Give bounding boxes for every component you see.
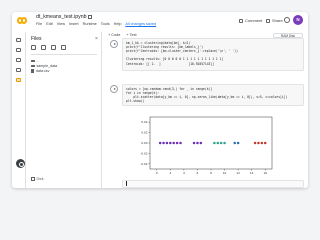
x-tick-label: 8	[210, 171, 212, 175]
mount-drive-icon[interactable]	[61, 45, 66, 50]
data-point	[260, 141, 264, 145]
x-tick-label: 10	[223, 171, 227, 175]
y-tick-label: -0.04	[140, 162, 147, 166]
file-tree-item[interactable]: data.csv	[31, 69, 57, 74]
star-icon[interactable]	[88, 14, 93, 19]
menu-bar: File Edit View Insert Runtime Tools Help…	[36, 22, 159, 26]
share-label: Share	[272, 18, 283, 23]
data-point	[175, 141, 179, 145]
menu-edit[interactable]: Edit	[46, 22, 53, 26]
variables-icon[interactable]	[16, 58, 21, 62]
refresh-icon[interactable]	[51, 45, 56, 50]
colab-window: dt_kmeans_test.ipynb File Edit View Inse…	[12, 12, 308, 188]
disk-label: Disk	[36, 177, 44, 181]
notebook-title[interactable]: dt_kmeans_test.ipynb	[36, 14, 93, 20]
data-point	[169, 141, 172, 145]
code-line: plt.scatter(data[y_km == i, 0], np.zeros…	[126, 95, 288, 100]
colab-logo-icon[interactable]	[17, 17, 27, 24]
files-panel-title: Files	[31, 36, 42, 42]
x-tick-label: 16	[263, 171, 267, 175]
y-tick-label: 0.02	[141, 131, 147, 135]
folder-icon	[31, 59, 35, 63]
menu-tools[interactable]: Tools	[101, 22, 110, 26]
gear-icon[interactable]	[284, 17, 290, 23]
avatar[interactable]: N	[293, 15, 303, 25]
notebook-area: + Code + Text RAM Disk km_1_kk = cluster…	[102, 32, 308, 188]
data-point	[257, 141, 260, 145]
saved-status[interactable]: All changes saved	[125, 22, 156, 26]
code-cell[interactable]: colors = [np.random.rand(3,) for _ in ra…	[122, 84, 304, 106]
file-tree-item-label: data.csv	[36, 69, 50, 73]
divider	[31, 54, 97, 55]
text-cursor	[126, 181, 127, 186]
comment-button[interactable]: Comment	[236, 17, 265, 24]
data-point	[253, 141, 257, 145]
add-text-button[interactable]: + Text	[126, 33, 136, 37]
data-point	[196, 141, 199, 145]
disk-icon	[31, 177, 35, 181]
close-icon[interactable]: ×	[95, 36, 98, 42]
header: dt_kmeans_test.ipynb File Edit View Inse…	[12, 12, 308, 32]
x-tick-label: 4	[183, 171, 185, 175]
file-icon	[31, 69, 34, 73]
x-tick-label: 0	[156, 171, 158, 175]
file-tree-item-label: sample_data	[36, 64, 58, 68]
file-tree: .. sample_data data.csv	[31, 59, 57, 74]
data-point	[165, 141, 169, 145]
data-point	[223, 141, 226, 145]
data-point	[162, 141, 165, 145]
secrets-icon[interactable]	[16, 68, 21, 72]
upload-icon[interactable]	[31, 45, 36, 50]
data-point	[192, 141, 196, 145]
data-point	[263, 141, 267, 145]
x-tick-label: 6	[197, 171, 199, 175]
data-point	[213, 141, 216, 145]
disk-indicator: Disk	[31, 177, 44, 181]
data-point	[233, 141, 236, 145]
toc-icon[interactable]	[16, 38, 21, 42]
terminal-icon[interactable]	[16, 159, 25, 168]
plot-frame	[149, 116, 273, 170]
data-point	[236, 141, 240, 145]
data-point	[179, 141, 182, 145]
run-cell-button[interactable]	[110, 85, 118, 93]
add-code-button[interactable]: + Code	[108, 33, 120, 37]
data-point	[199, 141, 203, 145]
code-cell[interactable]: km_1_kk = clustering(data[km], k=2) prin…	[122, 38, 304, 71]
notebook-title-text[interactable]: dt_kmeans_test.ipynb	[36, 14, 86, 20]
file-tree-item-label: ..	[36, 59, 39, 63]
share-button[interactable]: Share	[263, 17, 286, 24]
files-panel: Files × .. sample_data data.csv Disk	[26, 32, 102, 188]
plot-output: 0 2 4 6 8 10 12 14 16 0.04 0.02 0.00 -0.02 -0.04	[122, 111, 304, 181]
menu-runtime[interactable]: Runtime	[83, 22, 97, 26]
menu-file[interactable]: File	[36, 22, 42, 26]
menu-view[interactable]: View	[57, 22, 65, 26]
x-tick-label: 2	[169, 171, 171, 175]
x-tick-label: 14	[250, 171, 254, 175]
y-tick-label: 0.00	[141, 141, 147, 145]
menu-insert[interactable]: Insert	[69, 22, 79, 26]
data-point	[216, 141, 220, 145]
run-cell-button[interactable]	[110, 40, 118, 48]
y-tick-label: -0.02	[140, 151, 147, 155]
scatter-chart: 0 2 4 6 8 10 12 14 16 0.04 0.02 0.00 -0.02 -0.04	[140, 116, 273, 175]
menu-help[interactable]: Help	[114, 22, 122, 26]
comment-icon	[239, 18, 243, 23]
empty-code-cell[interactable]	[122, 180, 304, 188]
share-icon	[266, 18, 270, 23]
y-tick-label: 0.04	[141, 120, 147, 124]
x-tick-label: 12	[236, 171, 240, 175]
data-point	[172, 141, 175, 145]
folder-icon	[31, 64, 35, 68]
data-point	[219, 141, 223, 145]
code-line: plt.show()	[126, 99, 145, 104]
folder-icon[interactable]	[16, 78, 21, 82]
new-folder-icon[interactable]	[41, 45, 46, 50]
search-icon[interactable]	[16, 48, 21, 52]
comment-label: Comment	[245, 18, 263, 23]
data-point	[158, 141, 162, 145]
output-line: Centroids: [[ 2. ] [10.92857143]]	[126, 61, 215, 66]
